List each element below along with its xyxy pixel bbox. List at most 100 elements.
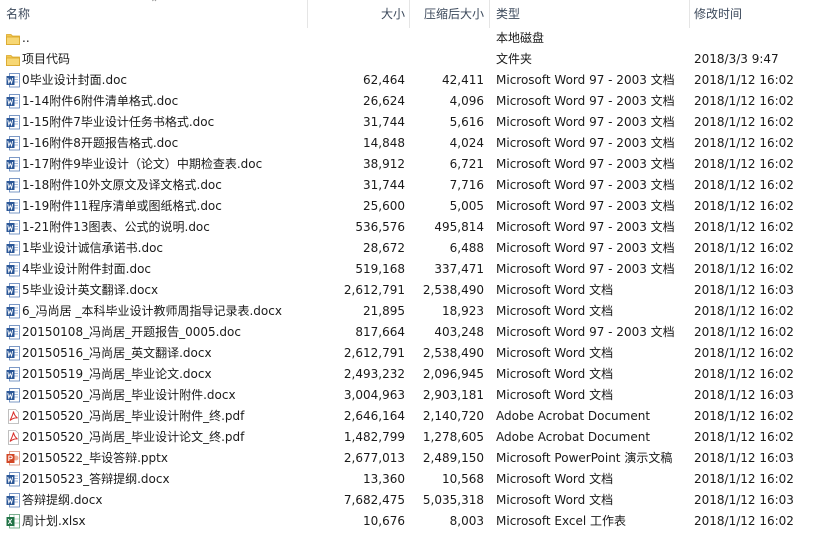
file-row[interactable]: 1-19附件11程序清单或图纸格式.doc 25,600 5,005 Microsof… bbox=[0, 196, 818, 217]
file-row[interactable]: 20150520_冯尚居_毕业设计论文_终.pdf 1,482,799 1,278,… bbox=[0, 427, 818, 448]
file-name-cell: 20150520_冯尚居_毕业设计论文_终.pdf bbox=[4, 427, 304, 448]
column-divider[interactable] bbox=[689, 0, 690, 28]
file-type: Microsoft Word 97 - 2003 文档 bbox=[496, 220, 675, 234]
file-row[interactable]: .. 本地磁盘 bbox=[0, 28, 818, 49]
file-row[interactable]: 1-15附件7毕业设计任务书格式.doc 31,744 5,616 Microsoft… bbox=[0, 112, 818, 133]
file-row[interactable]: 20150522_毕设答辩.pptx 2,677,013 2,489,150 Micr… bbox=[0, 448, 818, 469]
word-icon bbox=[6, 199, 20, 214]
compressed-size: 6,721 bbox=[449, 157, 484, 171]
compressed-size: 8,003 bbox=[449, 514, 484, 528]
word-icon bbox=[6, 73, 20, 88]
sort-ascending-icon: ⌃ bbox=[150, 0, 159, 9]
file-name: 20150516_冯尚居_英文翻译.docx bbox=[22, 346, 212, 360]
file-name-cell: 1-19附件11程序清单或图纸格式.doc bbox=[4, 196, 304, 217]
file-size: 2,646,164 bbox=[343, 409, 405, 423]
file-type: Microsoft Excel 工作表 bbox=[496, 514, 627, 528]
file-type: Microsoft Word 97 - 2003 文档 bbox=[496, 325, 675, 339]
word-icon bbox=[6, 220, 20, 235]
file-name-cell: 周计划.xlsx bbox=[4, 511, 304, 532]
word-icon bbox=[6, 304, 20, 319]
file-row[interactable]: 6_冯尚居 _本科毕业设计教师周指导记录表.docx 21,895 18,923 Mi… bbox=[0, 301, 818, 322]
file-name-cell: 1-17附件9毕业设计（论文）中期检查表.doc bbox=[4, 154, 304, 175]
file-name-cell: 5毕业设计英文翻译.docx bbox=[4, 280, 304, 301]
word-icon bbox=[6, 115, 20, 130]
file-type: Adobe Acrobat Document bbox=[496, 409, 651, 423]
file-row[interactable]: 项目代码 文件夹 2018/3/3 9:47 bbox=[0, 49, 818, 70]
file-row[interactable]: 20150519_冯尚居_毕业论文.docx 2,493,232 2,096,945… bbox=[0, 364, 818, 385]
file-row[interactable]: 20150516_冯尚居_英文翻译.docx 2,612,791 2,538,490… bbox=[0, 343, 818, 364]
file-name-cell: .. bbox=[4, 28, 304, 49]
file-row[interactable]: 5毕业设计英文翻译.docx 2,612,791 2,538,490 Microsof… bbox=[0, 280, 818, 301]
file-name: 0毕业设计封面.doc bbox=[22, 73, 128, 87]
file-type: Microsoft Word 97 - 2003 文档 bbox=[496, 136, 675, 150]
file-type: Microsoft Word 97 - 2003 文档 bbox=[496, 178, 675, 192]
file-type: 本地磁盘 bbox=[496, 31, 545, 45]
column-header-size[interactable]: 大小 bbox=[310, 0, 405, 28]
word-icon bbox=[6, 178, 20, 193]
file-name: 项目代码 bbox=[22, 52, 71, 66]
column-header-compressed-size[interactable]: 压缩后大小 bbox=[405, 0, 484, 28]
file-name-cell: 20150108_冯尚居_开题报告_0005.doc bbox=[4, 322, 304, 343]
file-row[interactable]: 1毕业设计诚信承诺书.doc 28,672 6,488 Microsoft Word … bbox=[0, 238, 818, 259]
file-type: 文件夹 bbox=[496, 52, 533, 66]
compressed-size: 5,616 bbox=[449, 115, 484, 129]
file-name-cell: 1毕业设计诚信承诺书.doc bbox=[4, 238, 304, 259]
compressed-size: 2,903,181 bbox=[422, 388, 484, 402]
excel-icon bbox=[6, 514, 20, 529]
modified-date: 2018/1/12 16:02 bbox=[694, 325, 794, 339]
file-size: 2,612,791 bbox=[343, 346, 405, 360]
file-row[interactable]: 周计划.xlsx 10,676 8,003 Microsoft Excel 工作表 20… bbox=[0, 511, 818, 532]
column-divider[interactable] bbox=[489, 0, 490, 28]
word-icon bbox=[6, 262, 20, 277]
file-size: 25,600 bbox=[363, 199, 405, 213]
compressed-size: 2,140,720 bbox=[422, 409, 484, 423]
modified-date: 2018/1/12 16:02 bbox=[694, 115, 794, 129]
file-row[interactable]: 1-21附件13图表、公式的说明.doc 536,576 495,814 Micros… bbox=[0, 217, 818, 238]
file-name-cell: 0毕业设计封面.doc bbox=[4, 70, 304, 91]
modified-date: 2018/1/12 16:02 bbox=[694, 514, 794, 528]
column-header-name[interactable]: 名称 bbox=[6, 0, 30, 28]
compressed-size: 7,716 bbox=[449, 178, 484, 192]
file-row[interactable]: 4毕业设计附件封面.doc 519,168 337,471 Microsoft Wor… bbox=[0, 259, 818, 280]
compressed-size: 42,411 bbox=[442, 73, 484, 87]
folder-icon bbox=[6, 31, 20, 46]
file-row[interactable]: 1-18附件10外文原文及译文格式.doc 31,744 7,716 Microsof… bbox=[0, 175, 818, 196]
column-header-type[interactable]: 类型 bbox=[496, 0, 520, 28]
modified-date: 2018/1/12 16:02 bbox=[694, 304, 794, 318]
file-row[interactable]: 1-17附件9毕业设计（论文）中期检查表.doc 38,912 6,721 Micro… bbox=[0, 154, 818, 175]
file-row[interactable]: 20150108_冯尚居_开题报告_0005.doc 817,664 403,248… bbox=[0, 322, 818, 343]
file-row[interactable]: 答辩提纲.docx 7,682,475 5,035,318 Microsoft Wor… bbox=[0, 490, 818, 511]
file-row[interactable]: 20150523_答辩提纲.docx 13,360 10,568 Microsoft … bbox=[0, 469, 818, 490]
file-row[interactable]: 0毕业设计封面.doc 62,464 42,411 Microsoft Word 97… bbox=[0, 70, 818, 91]
modified-date: 2018/1/12 16:02 bbox=[694, 199, 794, 213]
compressed-size: 18,923 bbox=[442, 304, 484, 318]
file-row[interactable]: 1-14附件6附件清单格式.doc 26,624 4,096 Microsoft Wo… bbox=[0, 91, 818, 112]
compressed-size: 2,489,150 bbox=[422, 451, 484, 465]
file-name: 20150522_毕设答辩.pptx bbox=[22, 451, 168, 465]
file-size: 519,168 bbox=[355, 262, 405, 276]
file-size bbox=[310, 28, 405, 49]
modified-date: 2018/1/12 16:02 bbox=[694, 136, 794, 150]
word-icon bbox=[6, 493, 20, 508]
compressed-size: 2,096,945 bbox=[422, 367, 484, 381]
file-row[interactable]: 20150520_冯尚居_毕业设计附件_终.pdf 2,646,164 2,140,… bbox=[0, 406, 818, 427]
compressed-size: 1,278,605 bbox=[422, 430, 484, 444]
file-name: 1-21附件13图表、公式的说明.doc bbox=[22, 220, 210, 234]
file-list: .. 本地磁盘 项目代码 文件夹 2018/3/3 9:47 0毕业设计封面.doc 62,… bbox=[0, 28, 818, 532]
compressed-size: 5,035,318 bbox=[422, 493, 484, 507]
file-size: 13,360 bbox=[363, 472, 405, 486]
word-icon bbox=[6, 94, 20, 109]
file-name: 1-15附件7毕业设计任务书格式.doc bbox=[22, 115, 215, 129]
compressed-size: 10,568 bbox=[442, 472, 484, 486]
file-row[interactable]: 20150520_冯尚居_毕业设计附件.docx 3,004,963 2,903,1… bbox=[0, 385, 818, 406]
word-icon bbox=[6, 367, 20, 382]
modified-date: 2018/1/12 16:02 bbox=[694, 157, 794, 171]
file-row[interactable]: 1-16附件8开题报告格式.doc 14,848 4,024 Microsoft Wo… bbox=[0, 133, 818, 154]
compressed-size bbox=[405, 49, 484, 70]
file-type: Microsoft PowerPoint 演示文稿 bbox=[496, 451, 673, 465]
modified-date: 2018/1/12 16:02 bbox=[694, 94, 794, 108]
file-type: Microsoft Word 97 - 2003 文档 bbox=[496, 199, 675, 213]
column-divider[interactable] bbox=[307, 0, 308, 28]
column-header-modified[interactable]: 修改时间 bbox=[694, 0, 742, 28]
file-type: Microsoft Word 文档 bbox=[496, 472, 614, 486]
